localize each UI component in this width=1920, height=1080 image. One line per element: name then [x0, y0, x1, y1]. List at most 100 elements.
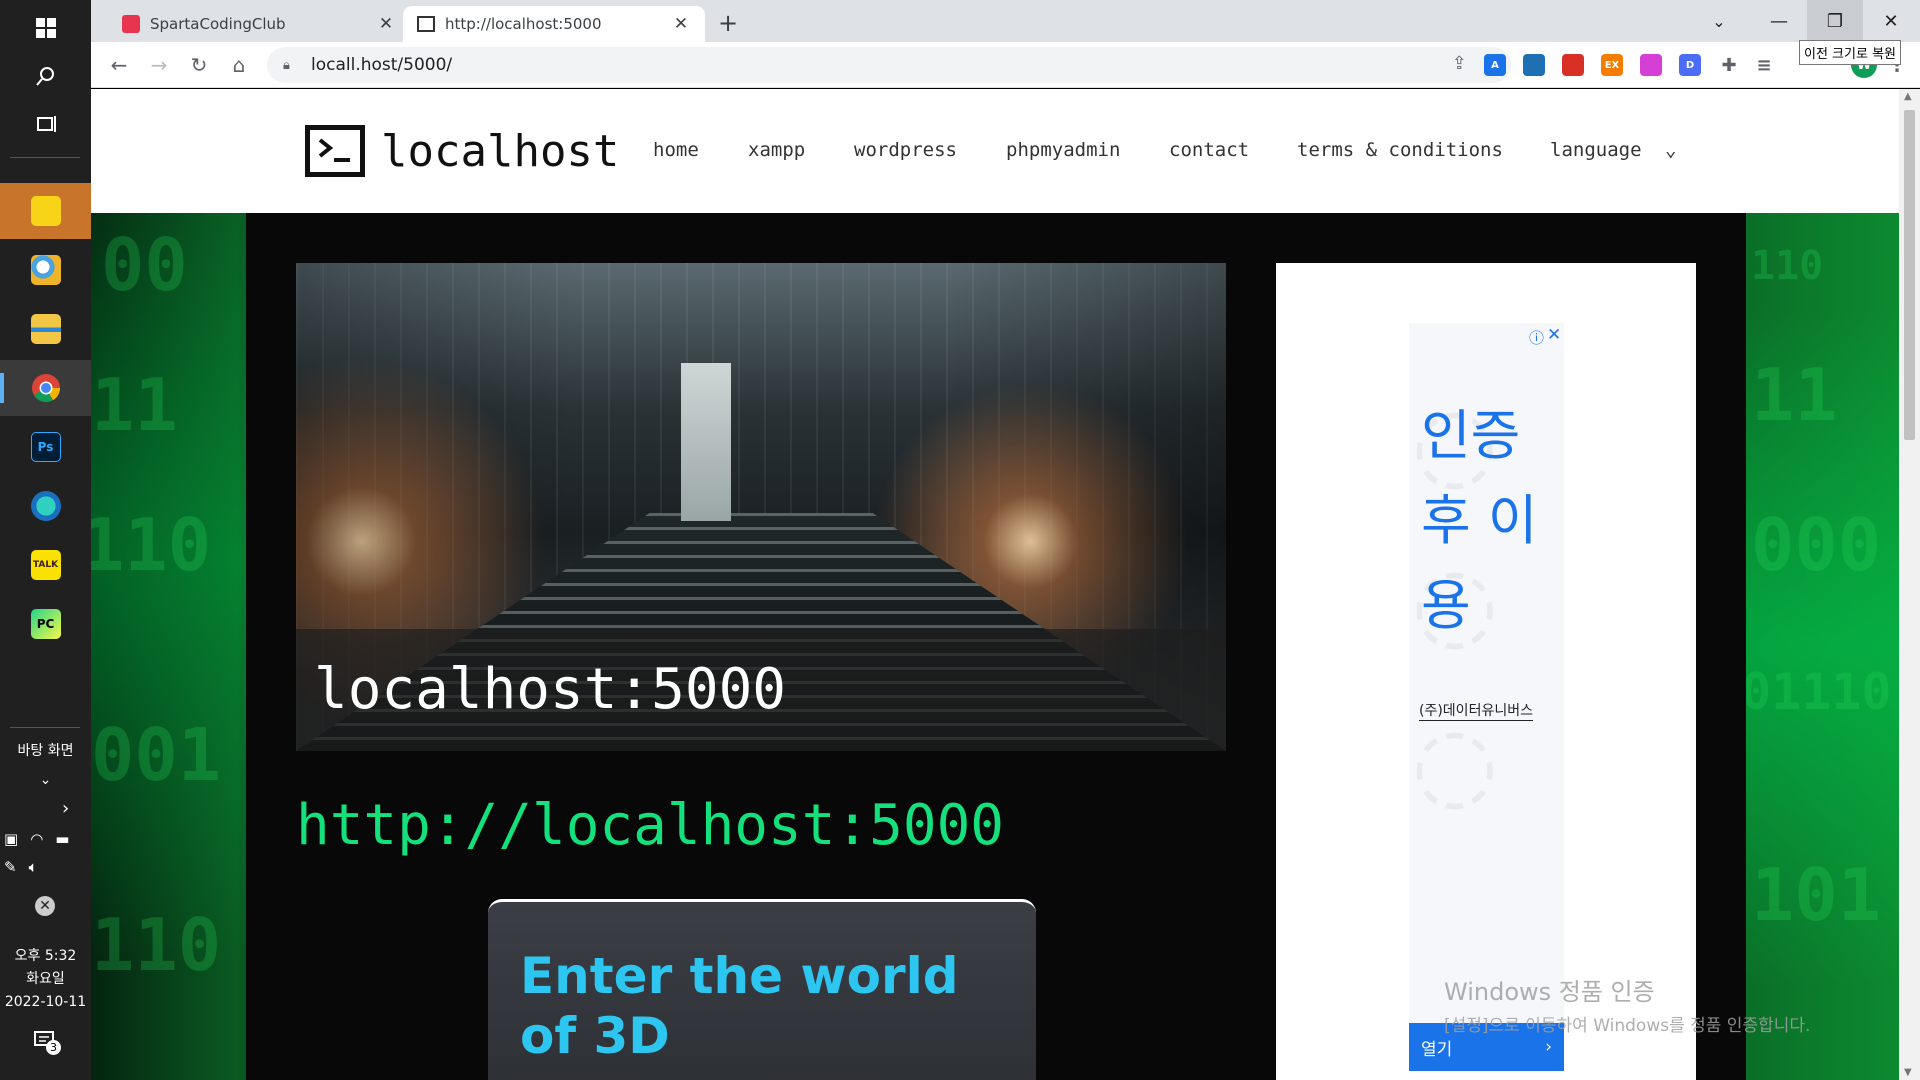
extension-amex-icon[interactable] — [1523, 54, 1545, 76]
desktop-label[interactable]: 바탕 화면 — [0, 740, 91, 760]
chevron-right-icon[interactable]: › — [62, 798, 69, 819]
reload-button[interactable]: ↻ — [183, 49, 215, 81]
pen-icon[interactable]: ✎ — [4, 858, 17, 876]
ad-creative[interactable]: ◌ ◌ ◌ ⓘ ✕ 인증 후 이용 (주)데이터유니버스 열기 › — [1409, 323, 1564, 1071]
lock-icon[interactable]: 🔒︎ — [283, 58, 299, 73]
restore-button[interactable]: ❐ — [1807, 0, 1863, 42]
taskbar-app-file-explorer[interactable] — [0, 301, 91, 357]
featured-image-shaft — [681, 363, 731, 521]
binary-decoration: 001 — [91, 713, 222, 797]
tab-search-button[interactable]: ⌄ — [1691, 0, 1747, 42]
taskbar-clock[interactable]: 오후 5:32 화요일 2022-10-11 — [0, 945, 91, 1014]
extension-d-icon[interactable]: D — [1679, 54, 1701, 76]
binary-decoration: 000 — [1751, 503, 1882, 587]
ad-open-button[interactable]: 열기 › — [1409, 1023, 1564, 1071]
home-button[interactable]: ⌂ — [223, 49, 255, 81]
pycharm-icon: PC — [30, 609, 61, 639]
featured-post[interactable]: localhost:5000 — [296, 263, 1226, 751]
search-icon — [35, 67, 54, 86]
nav-contact[interactable]: contact — [1169, 139, 1297, 161]
scroll-up-icon[interactable]: ▲ — [1904, 91, 1912, 102]
share-icon[interactable]: ⇪ — [1452, 53, 1467, 74]
chrome-icon — [31, 374, 60, 402]
taskbar-app-chrome[interactable] — [0, 360, 91, 416]
clock-date: 2022-10-11 — [4, 994, 87, 1010]
extensions-puzzle-icon[interactable]: ✚ — [1718, 54, 1740, 76]
ad-banner: ◌ ◌ ◌ ⓘ ✕ 인증 후 이용 (주)데이터유니버스 열기 › — [1276, 263, 1696, 1080]
close-circle-icon[interactable]: ✕ — [35, 896, 55, 916]
nav-xampp[interactable]: xampp — [748, 139, 854, 161]
notification-button[interactable]: 3 — [34, 1030, 61, 1055]
extension-pink-icon[interactable] — [1640, 54, 1662, 76]
photoshop-icon: Ps — [30, 432, 61, 462]
folder-icon — [30, 314, 61, 344]
taskbar-app-pycharm[interactable]: PC — [0, 596, 91, 652]
taskbar-app-browser[interactable] — [0, 478, 91, 534]
close-icon[interactable]: ✕ — [671, 14, 691, 34]
binary-decoration: 11 — [91, 363, 178, 447]
task-view-icon — [36, 116, 56, 132]
tab-spartacodingclub[interactable]: SpartaCodingClub ✕ — [108, 6, 410, 42]
display-icon[interactable]: ▣ — [4, 830, 18, 848]
browser-tab-strip: SpartaCodingClub ✕ http://localhost:5000… — [91, 0, 1920, 42]
binary-decoration: 11 — [1751, 353, 1838, 437]
app-icon — [30, 491, 61, 521]
back-button[interactable]: ← — [103, 49, 135, 81]
extension-ex-icon[interactable]: EX — [1601, 54, 1623, 76]
scroll-thumb[interactable] — [1904, 110, 1915, 440]
web-page: localhost home xampp wordpress phpmyadmi… — [91, 89, 1899, 1080]
windows-logo-icon — [35, 18, 56, 38]
forward-button[interactable]: → — [143, 49, 175, 81]
taskbar-app-photoshop[interactable]: Ps — [0, 419, 91, 475]
extension-translate-icon[interactable]: A — [1484, 54, 1506, 76]
close-icon[interactable]: ✕ — [376, 14, 396, 34]
hero-background: 00 11 110 001 110 110 11 000 01110 101 l… — [91, 213, 1899, 1080]
restore-tooltip: 이전 크기로 복원 — [1799, 40, 1901, 65]
tab-title: SpartaCodingClub — [150, 15, 286, 33]
tab-title: http://localhost:5000 — [445, 15, 602, 33]
chevron-down-icon[interactable]: ⌄ — [0, 772, 91, 788]
binary-decoration: 110 — [91, 503, 212, 587]
nav-phpmyadmin[interactable]: phpmyadmin — [1006, 139, 1169, 161]
site-logo[interactable]: localhost — [305, 125, 619, 177]
taskbar-separator — [10, 727, 80, 728]
scroll-down-icon[interactable]: ▼ — [1904, 1067, 1912, 1078]
taskbar-app-sticky-notes[interactable] — [0, 183, 91, 239]
ad-close-icon[interactable]: ✕ — [1547, 325, 1561, 345]
featured-title[interactable]: localhost:5000 — [314, 657, 786, 722]
promo-card-title: Enter the world of 3D — [520, 947, 959, 1065]
chevron-down-icon: ⌄ — [1664, 139, 1677, 161]
task-view-button[interactable] — [0, 96, 91, 152]
sticky-notes-icon — [30, 196, 61, 226]
nav-language[interactable]: language ⌄ — [1550, 139, 1676, 161]
browser-toolbar: ← → ↻ ⌂ 🔒︎ locall.host/5000/ ⇪ ☆ A EX D … — [91, 42, 1920, 88]
chevron-right-icon: › — [1545, 1037, 1552, 1057]
wifi-icon[interactable]: ◠ — [30, 830, 43, 848]
nav-home[interactable]: home — [653, 139, 748, 161]
page-scrollbar[interactable]: ▲ ▼ — [1899, 89, 1920, 1080]
nav-terms[interactable]: terms & conditions — [1297, 139, 1550, 161]
taskbar-app-paint[interactable] — [0, 242, 91, 298]
ad-info-icon[interactable]: ⓘ — [1529, 327, 1544, 348]
binary-decoration: 110 — [1751, 243, 1824, 289]
close-window-button[interactable]: ✕ — [1863, 0, 1919, 42]
new-tab-button[interactable]: + — [713, 8, 743, 38]
minimize-button[interactable]: — — [1751, 0, 1807, 42]
favicon-sparta-icon — [122, 15, 140, 33]
notification-badge: 3 — [46, 1040, 61, 1055]
url-heading[interactable]: http://localhost:5000 — [296, 793, 1004, 858]
taskbar-app-kakaotalk[interactable]: TALK — [0, 537, 91, 593]
reading-list-icon[interactable]: ≡ — [1753, 54, 1775, 76]
system-tray: ▣ ◠ ▬ — [4, 830, 69, 848]
binary-decoration: 00 — [101, 223, 188, 307]
nav-wordpress[interactable]: wordpress — [854, 139, 1006, 161]
extension-reader-icon[interactable] — [1562, 54, 1584, 76]
promo-card[interactable]: Enter the world of 3D — [488, 899, 1036, 1080]
tab-localhost[interactable]: http://localhost:5000 ✕ — [403, 6, 705, 42]
battery-icon[interactable]: ▬ — [55, 830, 69, 848]
terminal-logo-icon — [305, 125, 365, 177]
volume-icon[interactable]: 🔈︎ — [29, 858, 38, 876]
nav-language-label: language — [1550, 139, 1642, 161]
address-bar[interactable]: 🔒︎ locall.host/5000/ ⇪ ☆ — [267, 47, 1511, 83]
featured-caption: localhost:5000 — [296, 629, 1226, 751]
